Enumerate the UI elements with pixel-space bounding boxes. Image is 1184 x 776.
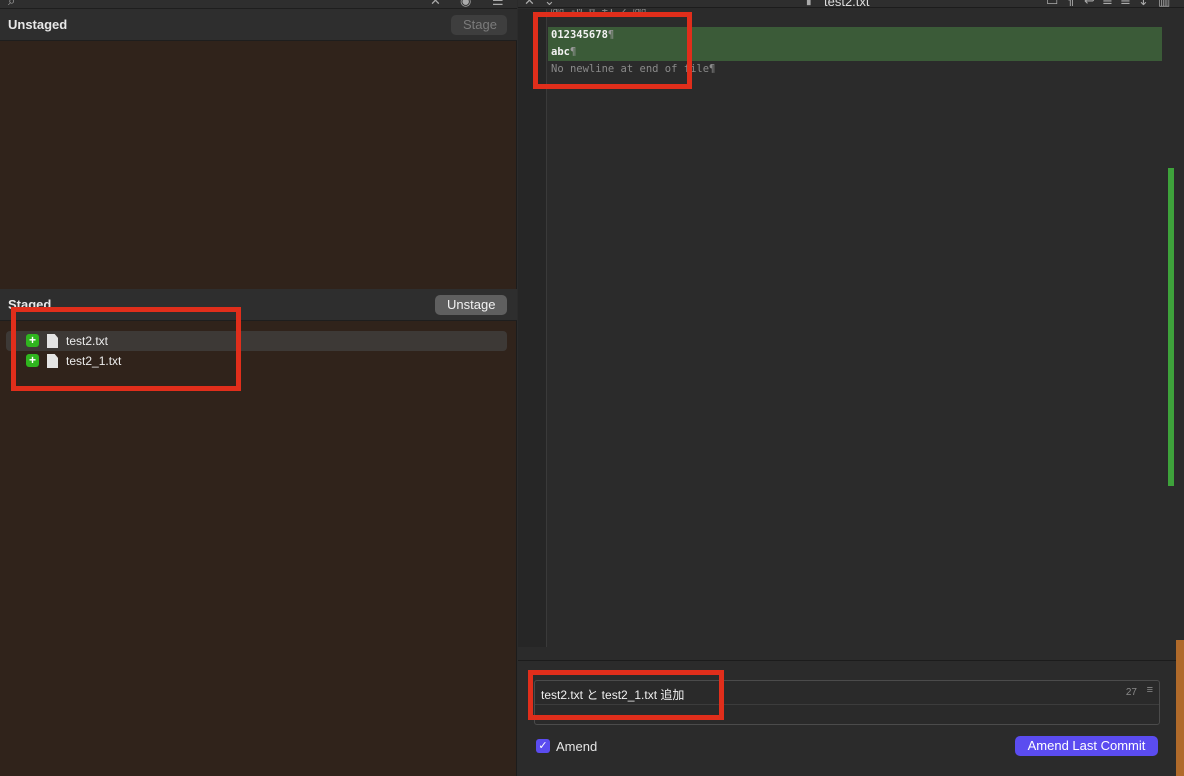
file-name: test2.txt	[66, 334, 109, 348]
lines-icon[interactable]: ≡	[1147, 684, 1153, 696]
commit-message-input[interactable]: test2.txt と test2_1.txt 追加	[541, 686, 684, 703]
search-icon[interactable]: ⌕	[8, 0, 15, 9]
diff-toolbar: ✕ ⌄ ▮ test2.txt ▭ ¶ ↩ ≡ ≡ ↕ ▥	[518, 0, 1184, 9]
chevron-down-icon[interactable]: ⌄	[544, 0, 555, 9]
line-text: No newline at end of file	[551, 63, 710, 75]
close-icon[interactable]: ✕	[524, 0, 535, 9]
wrap-icon[interactable]: ↩	[1084, 0, 1095, 9]
amend-label: Amend	[556, 739, 598, 754]
close-icon[interactable]: ✕	[430, 0, 441, 9]
commit-message-box[interactable]: test2.txt と test2_1.txt 追加 27 ≡	[534, 680, 1160, 725]
diff-line-added[interactable]: abc¶	[548, 44, 1162, 61]
line-text: abc	[551, 46, 570, 58]
diff-view: @@ -0,0 +1,2 @@ 012345678¶ abc¶ No newli…	[548, 9, 1162, 647]
view-option-icon[interactable]: ≡	[1102, 0, 1113, 9]
diff-change-marker	[1168, 168, 1174, 486]
staged-header: Staged Unstage	[0, 289, 517, 321]
pilcrow-marker: ¶	[709, 63, 716, 75]
staged-title: Staged	[8, 297, 52, 312]
added-status-icon: +	[26, 334, 39, 347]
expand-icon[interactable]: ↕	[1138, 0, 1149, 9]
right-pane: ✕ ⌄ ▮ test2.txt ▭ ¶ ↩ ≡ ≡ ↕ ▥ @@ -0,0 +1…	[518, 0, 1184, 776]
background-window-edge	[1176, 640, 1184, 776]
unstaged-title: Unstaged	[8, 17, 68, 32]
char-count: 27	[1125, 687, 1137, 698]
view-option-icon[interactable]: ▭	[1046, 0, 1058, 9]
list-icon[interactable]: ☰	[492, 0, 504, 9]
diff-file-title: test2.txt	[824, 0, 870, 9]
pilcrow-marker: ¶	[607, 29, 615, 41]
amend-checkbox[interactable]: ✓	[536, 739, 550, 753]
diff-line-meta: No newline at end of file¶	[548, 61, 1162, 78]
left-pane: ⌕ ✕ ◉ ☰ Unstaged Stage Staged Unstage + …	[0, 0, 517, 776]
line-gutter	[518, 9, 547, 647]
unstage-button[interactable]: Unstage	[435, 295, 507, 315]
layout-icon[interactable]: ▥	[1158, 0, 1170, 9]
file-name: test2_1.txt	[66, 354, 122, 368]
stage-button[interactable]: Stage	[451, 15, 507, 35]
added-status-icon: +	[26, 354, 39, 367]
divider	[518, 660, 1184, 661]
left-toolbar: ⌕ ✕ ◉ ☰	[0, 0, 517, 9]
hunk-header: @@ -0,0 +1,2 @@	[551, 9, 646, 17]
unstaged-header: Unstaged Stage	[0, 9, 517, 41]
staged-file-row[interactable]: + test2.txt	[6, 331, 507, 351]
amend-last-commit-button[interactable]: Amend Last Commit	[1015, 736, 1158, 756]
pilcrow-marker: ¶	[569, 46, 577, 58]
view-option-icon[interactable]: ¶	[1066, 0, 1074, 9]
staged-file-row[interactable]: + test2_1.txt	[6, 351, 507, 371]
file-icon: ▮	[806, 0, 812, 7]
document-icon	[47, 334, 58, 348]
view-option-icon[interactable]: ≡	[1120, 0, 1131, 9]
diff-line-added[interactable]: 012345678¶	[548, 27, 1162, 44]
document-icon	[47, 354, 58, 368]
line-text: 012345678	[551, 29, 608, 41]
divider	[535, 704, 1159, 705]
eye-icon[interactable]: ◉	[460, 0, 471, 9]
